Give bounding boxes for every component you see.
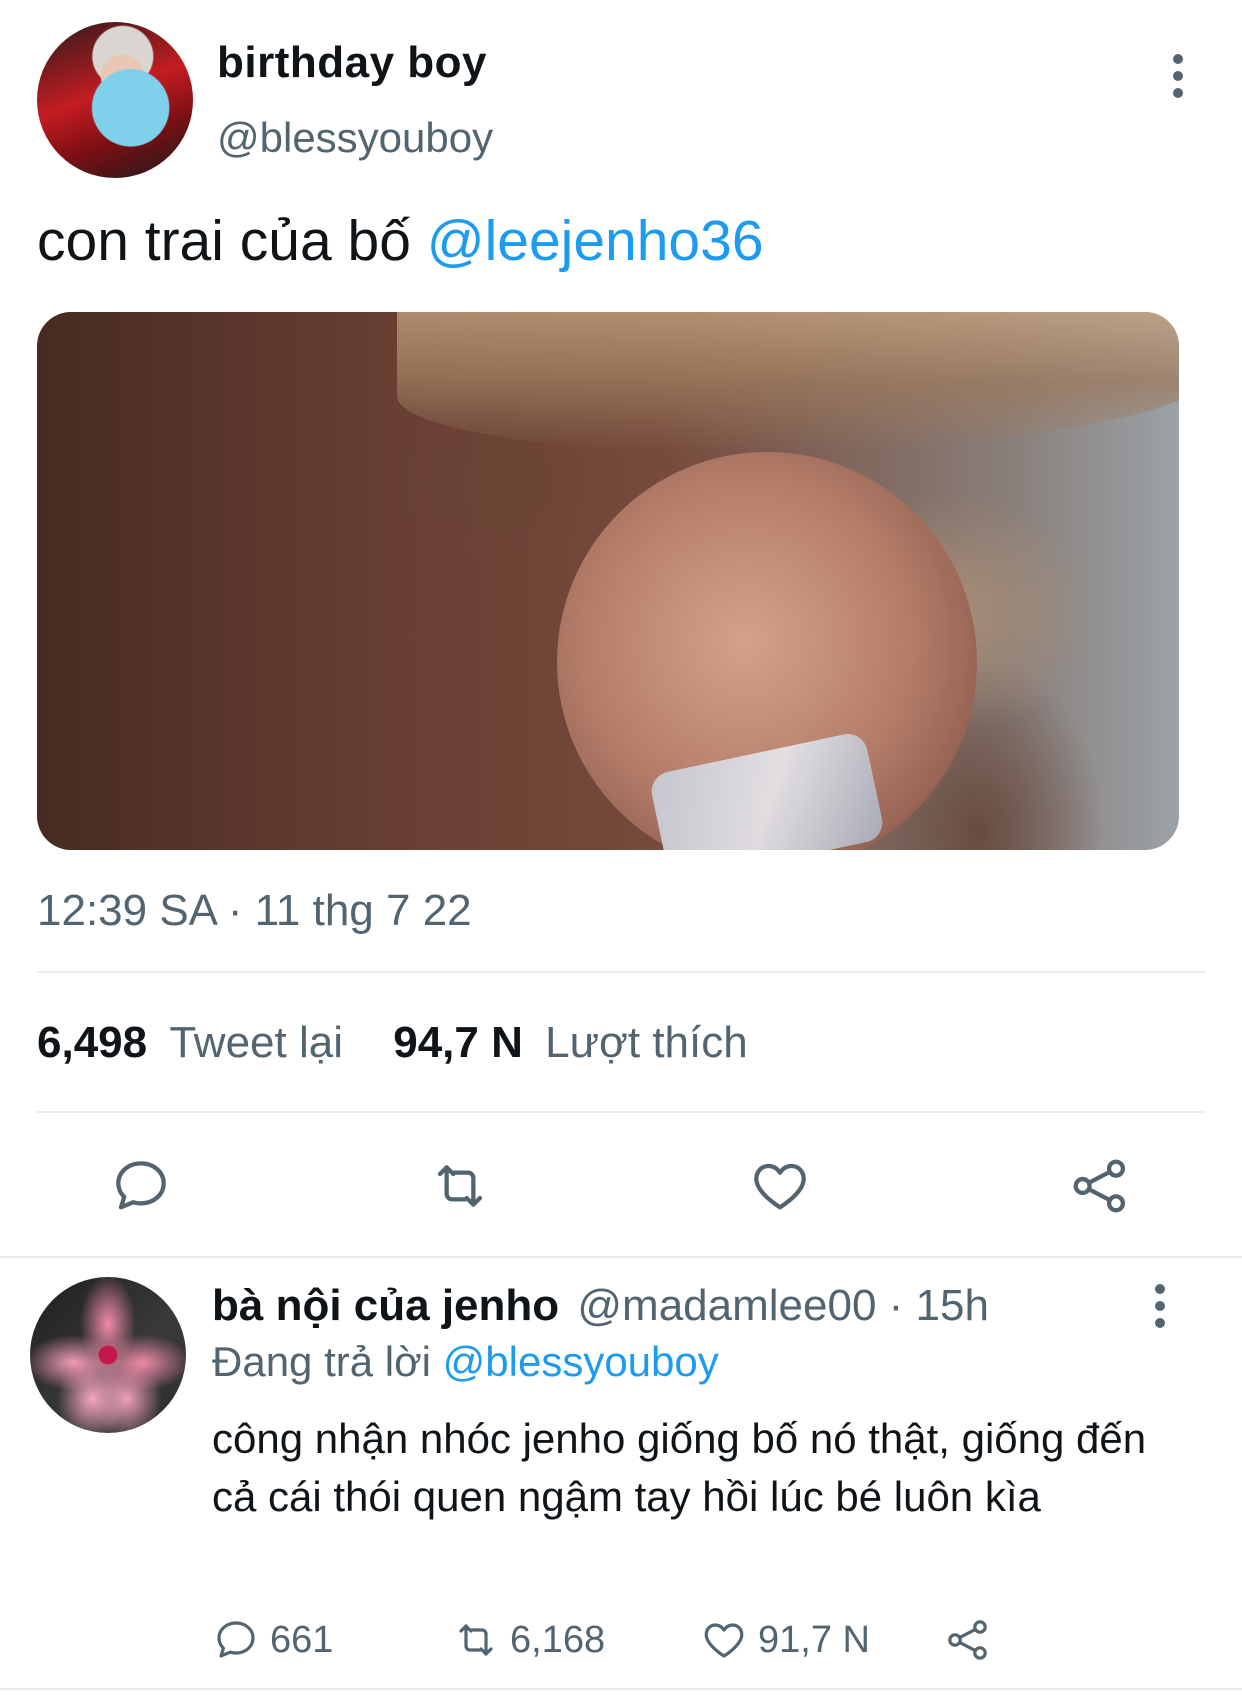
reply-icon [217,1621,255,1658]
reply-like-count: 91,7 N [758,1618,870,1661]
retweet-button[interactable] [420,1146,500,1226]
share-button[interactable] [1060,1146,1140,1226]
retweet-label[interactable]: Tweet lại [169,1018,343,1067]
mention-link[interactable]: @leejenho36 [427,209,764,273]
more-options-icon[interactable] [1166,52,1190,100]
divider [0,1256,1242,1258]
reply-share-button[interactable] [944,1616,992,1664]
tweet-text: con trai của bố @leejenho36 [37,208,764,274]
reply-handle[interactable]: @madamlee00 [577,1281,876,1330]
like-button[interactable] [740,1146,820,1226]
reply-display-name[interactable]: bà nội của jenho [212,1281,559,1330]
like-icon [704,1623,744,1658]
reply-more-options-icon[interactable] [1148,1282,1172,1330]
tweet-timestamp[interactable]: 12:39 SA · 11 thg 7 22 [37,886,472,936]
reply-reply-button[interactable]: 661 [212,1616,333,1664]
share-icon [1073,1159,1126,1213]
profile-avatar[interactable] [37,22,193,178]
reply-button[interactable] [101,1146,181,1226]
replying-to: Đang trả lời @blessyouboy [212,1338,719,1386]
divider [0,1688,1242,1690]
reply-text: công nhận nhóc jenho giống bố nó thật, g… [212,1415,1147,1520]
divider [37,971,1205,973]
replying-to-link[interactable]: @blessyouboy [443,1338,719,1385]
tweet-photo[interactable] [37,312,1179,850]
reply-like-button[interactable]: 91,7 N [700,1616,870,1664]
display-name[interactable]: birthday boy [217,38,487,88]
like-label[interactable]: Lượt thích [545,1018,748,1067]
like-icon [754,1163,806,1210]
engagement-stats: 6,498 Tweet lại 94,7 N Lượt thích [37,1018,748,1068]
photo-detail [397,312,1179,452]
reply-icon [116,1161,166,1210]
reply-retweet-button[interactable]: 6,168 [452,1616,605,1664]
retweet-count[interactable]: 6,498 [37,1018,147,1067]
tweet-body: con trai của bố [37,209,427,273]
retweet-icon [459,1624,493,1656]
reply-time[interactable]: · 15h [876,1281,989,1330]
user-handle[interactable]: @blessyouboy [217,114,493,162]
reply-header: bà nội của jenho @madamlee00 · 15h [212,1281,989,1331]
reply-reply-count: 661 [270,1618,334,1661]
divider [37,1111,1205,1113]
share-icon [948,1620,987,1660]
like-count[interactable]: 94,7 N [393,1018,523,1067]
retweet-icon [437,1165,483,1207]
replying-label: Đang trả lời [212,1338,443,1385]
reply-retweet-count: 6,168 [510,1618,606,1661]
reply-avatar[interactable] [30,1277,186,1433]
